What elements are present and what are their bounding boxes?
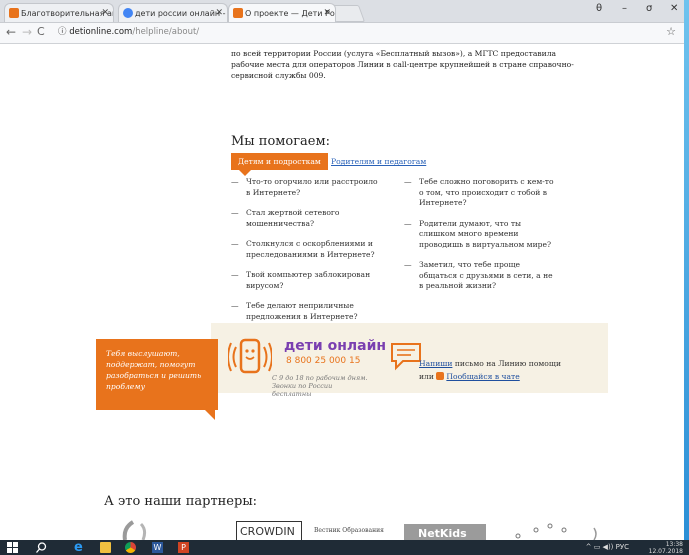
minimize-button[interactable]: – [622, 3, 627, 14]
tab-favicon [123, 8, 133, 18]
partners-heading: А это наши партнеры: [104, 494, 258, 509]
write-letter-text: письмо на Линию помощи [452, 359, 562, 368]
windows-start-icon[interactable] [7, 542, 18, 553]
partner-logo-figure [122, 520, 147, 540]
tab-favicon [9, 8, 19, 18]
url-input[interactable]: ⓘ detionline.com/helpline/about/ [58, 25, 658, 40]
url-host: detionline.com [69, 27, 133, 37]
we-help-heading: Мы помогаем: [231, 134, 330, 149]
question-item: Стал жертвой сетевого мошенничества? [231, 208, 381, 229]
hours-note: С 9 до 18 по рабочим дням. Звонки по Рос… [272, 374, 368, 398]
question-item: Столкнулся с оскорблениями и преследован… [231, 239, 381, 260]
profile-icon[interactable]: θ [596, 3, 602, 14]
info-icon[interactable]: ⓘ [58, 27, 67, 37]
slogan-box-tail [204, 409, 215, 420]
tab-close-icon[interactable]: ✕ [323, 4, 331, 22]
clock-time: 13:38 [665, 541, 683, 548]
bookmark-star-icon[interactable]: ☆ [666, 25, 676, 38]
question-item: Тебе сложно поговорить с кем-то о том, ч… [404, 177, 554, 209]
question-item: Твой компьютер заблокирован вирусом? [231, 270, 381, 291]
tray-icons[interactable]: ^ ▭ ◀)) РУС [586, 543, 629, 551]
question-item: Тебе делают неприличные предложения в Ин… [231, 301, 381, 322]
partner-logo-vestnik[interactable]: Вестник Образования [314, 527, 384, 534]
questions-column-2: Тебе сложно поговорить с кем-то о том, ч… [404, 177, 554, 302]
intro-paragraph: по всей территории России (услуга «Беспл… [231, 49, 574, 80]
powerpoint-icon[interactable]: P [178, 542, 189, 553]
tab-favicon [233, 8, 243, 18]
browser-tab-2[interactable]: дети россии онлайн - П ✕ [118, 3, 228, 22]
partner-logo-netkids[interactable]: NetKids [404, 524, 486, 540]
tab-label: дети россии онлайн - П [135, 9, 228, 18]
tab-strip: Благотворительная акц ✕ дети россии онла… [0, 0, 684, 23]
edge-browser-icon[interactable]: e [74, 540, 85, 555]
tab-close-icon[interactable]: ✕ [215, 4, 223, 22]
contact-text: Напиши письмо на Линию помощи или Пообща… [419, 357, 589, 383]
clock[interactable]: 13:38 12.07.2018 [649, 541, 683, 555]
partner-logo-circles [515, 523, 597, 540]
maximize-button[interactable]: σ [646, 3, 652, 14]
url-path: /helpline/about/ [132, 27, 200, 37]
file-explorer-icon[interactable] [100, 542, 111, 553]
language-indicator[interactable]: РУС [616, 543, 629, 551]
web-page: по всей территории России (услуга «Беспл… [0, 44, 684, 540]
brand-logo-text: дети онлайн [284, 338, 387, 354]
reload-icon[interactable]: C [37, 25, 45, 38]
address-bar: ← → C ⓘ detionline.com/helpline/about/ ☆ [0, 23, 684, 44]
forward-arrow-icon[interactable]: → [22, 25, 32, 39]
search-icon[interactable] [36, 542, 47, 553]
partner-logo-crowdin[interactable]: CROWDIN [236, 521, 302, 540]
chat-bubble-icon [391, 343, 421, 371]
questions-column-1: Что-то огорчило или расстроило в Интерне… [231, 177, 381, 332]
write-letter-link[interactable]: Напиши [419, 359, 452, 368]
phone-signal-icon [228, 338, 272, 374]
browser-tab-3-active[interactable]: О проекте — Дети Росс ✕ [228, 3, 336, 22]
tab-kids-teens[interactable]: Детям и подросткам [231, 153, 328, 176]
tab-parents-teachers[interactable]: Родителям и педагогам [331, 157, 426, 166]
slogan-box: Тебя выслушают, поддержат, помогут разоб… [96, 339, 218, 410]
clock-date: 12.07.2018 [648, 548, 683, 555]
chrome-icon[interactable] [125, 542, 136, 553]
question-item: Родители думают, что ты слишком много вр… [404, 219, 554, 251]
chat-small-icon [436, 372, 445, 380]
tab-label: Благотворительная акц [21, 9, 114, 18]
or-text: или [419, 372, 437, 381]
helpline-phone: 8 800 25 000 15 [286, 356, 361, 366]
browser-tab-1[interactable]: Благотворительная акц ✕ [4, 3, 114, 22]
close-window-button[interactable]: ✕ [670, 3, 678, 14]
word-icon[interactable]: W [152, 542, 163, 553]
question-item: Заметил, что тебе проще общаться с друзь… [404, 260, 554, 292]
tab-close-icon[interactable]: ✕ [101, 4, 109, 22]
desktop-wallpaper-edge [684, 0, 689, 540]
chat-link[interactable]: Пообщайся в чате [446, 372, 519, 381]
windows-taskbar: e W P ^ ▭ ◀)) РУС 13:38 12.07.2018 [0, 540, 689, 555]
tab-label: О проекте — Дети Росс [245, 9, 336, 18]
back-arrow-icon[interactable]: ← [6, 25, 16, 39]
question-item: Что-то огорчило или расстроило в Интерне… [231, 177, 381, 198]
